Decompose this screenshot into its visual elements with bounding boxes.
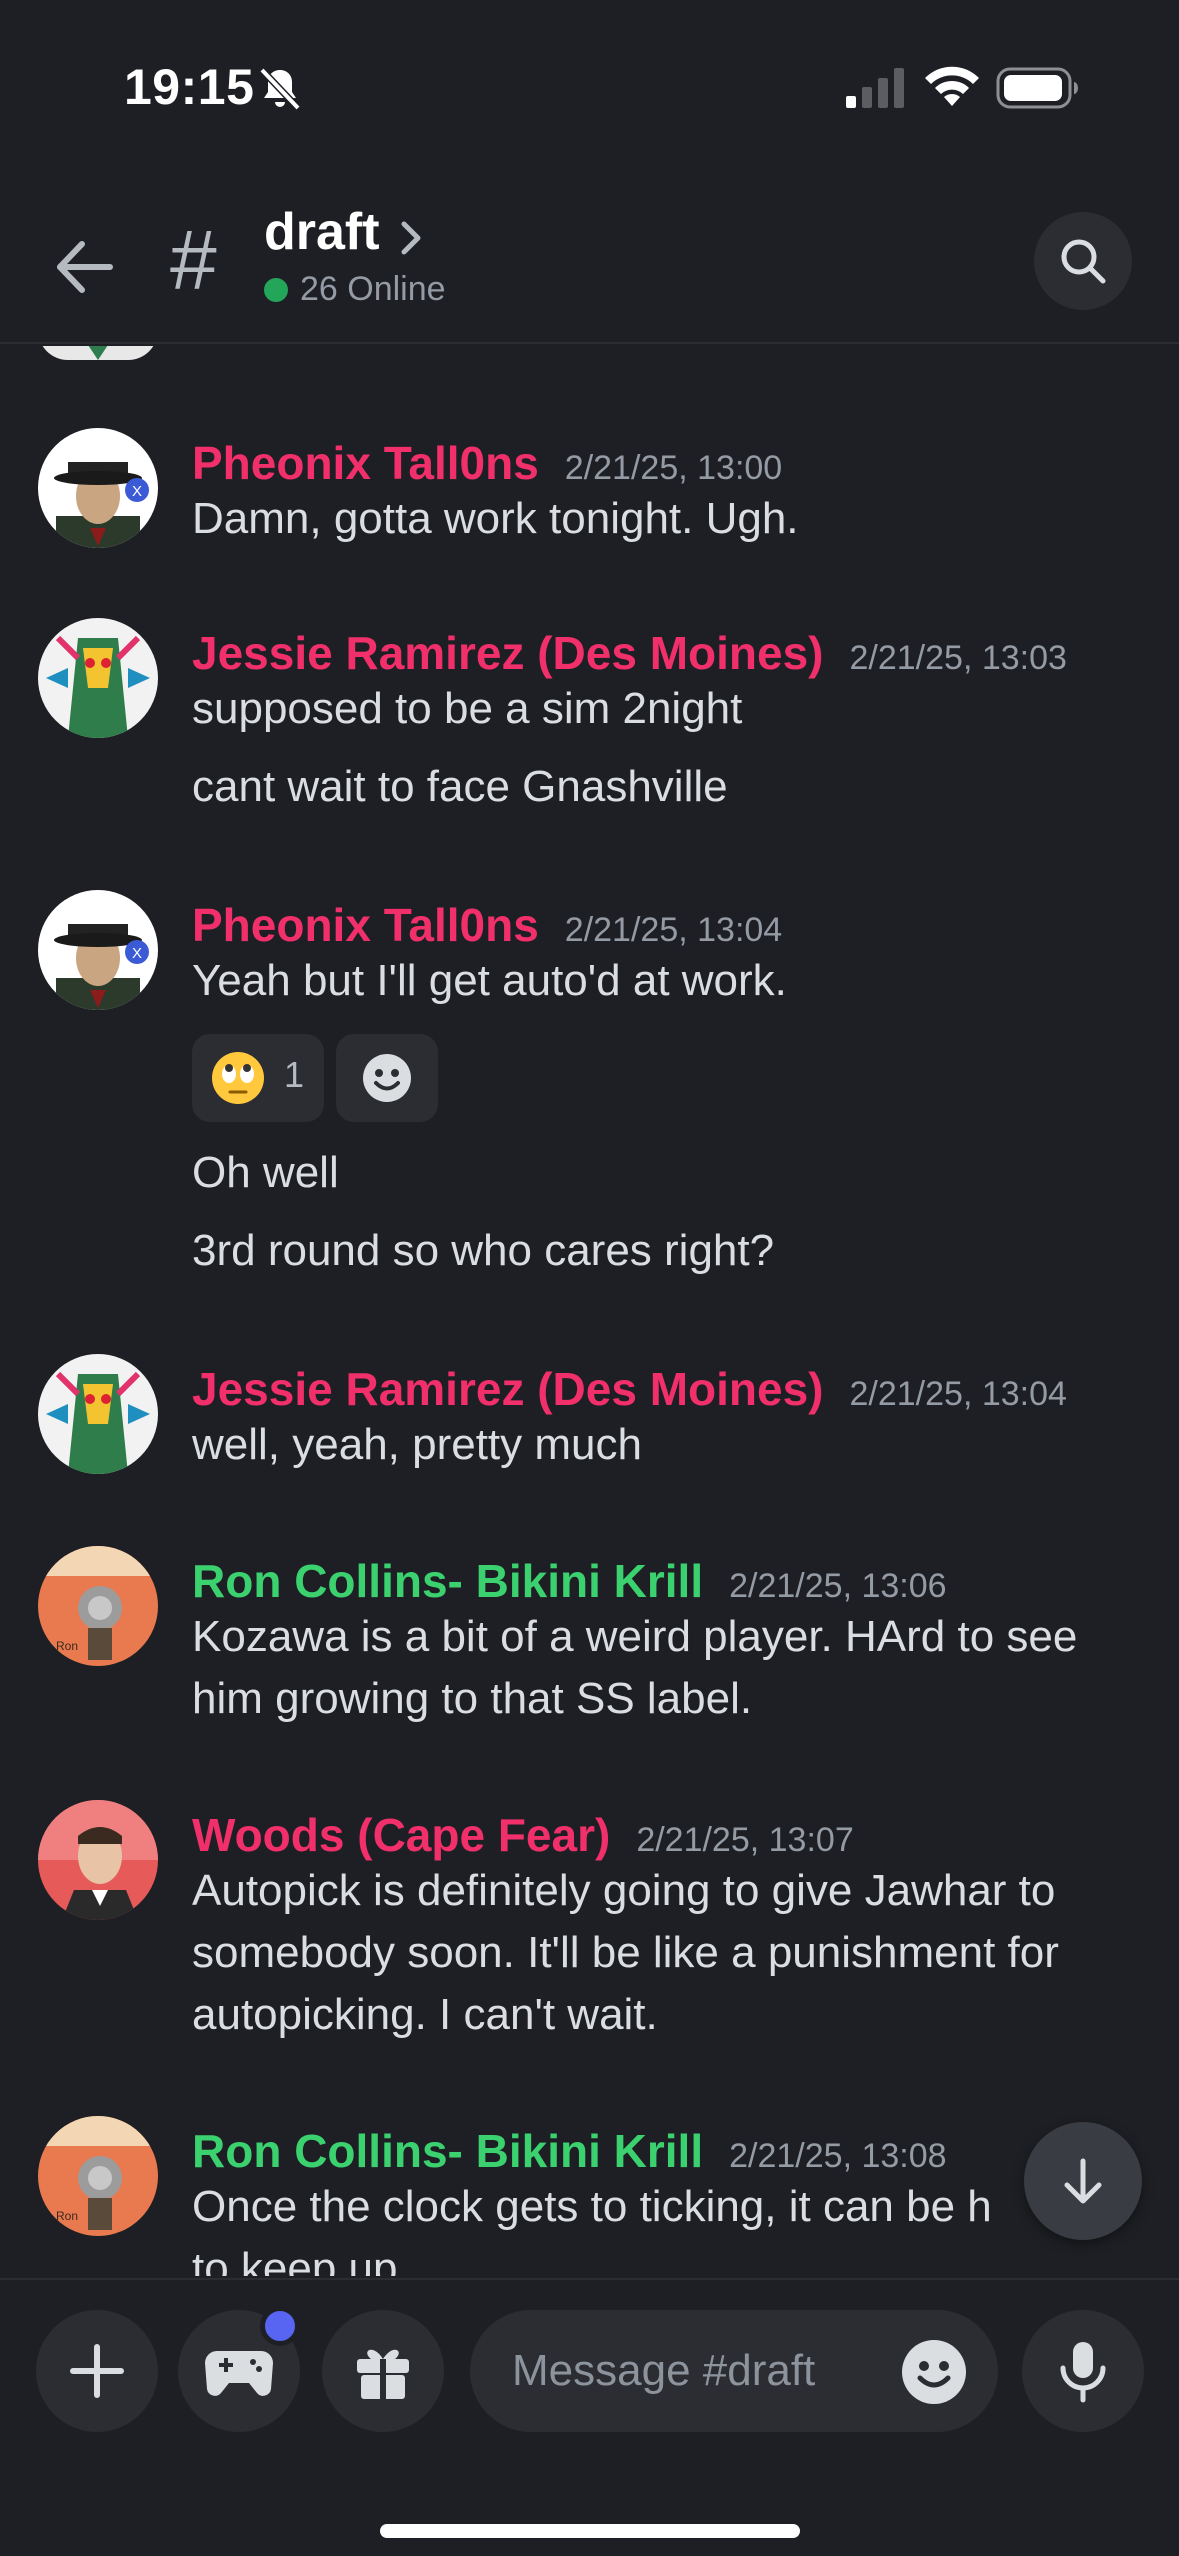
online-count: 26 Online [300, 270, 446, 308]
avatar[interactable] [38, 346, 158, 360]
add-attachment-button[interactable] [36, 2310, 158, 2432]
message-text: supposed to be a sim 2night [192, 684, 743, 733]
message-author[interactable]: Woods (Cape Fear) 2/21/25, 13:07 [192, 1808, 854, 1862]
message-timestamp: 2/21/25, 13:00 [564, 449, 783, 487]
message-placeholder: Message #draft [512, 2346, 816, 2395]
message-timestamp: 2/21/25, 13:07 [636, 1821, 854, 1859]
avatar[interactable]: X [38, 890, 158, 1010]
message-text: cant wait to face Gnashville [192, 762, 728, 811]
gamepad-icon [205, 2351, 273, 2396]
svg-text:Ron: Ron [56, 2209, 78, 2223]
bell-off-icon [259, 67, 301, 111]
message-text: Damn, gotta work tonight. Ugh. [192, 494, 799, 543]
message-author[interactable]: Pheonix Tall0ns 2/21/25, 13:04 [192, 898, 782, 952]
message-author[interactable]: Jessie Ramirez (Des Moines) 2/21/25, 13:0… [192, 1362, 1067, 1416]
message-input[interactable]: Message #draft [470, 2310, 998, 2432]
back-arrow-icon[interactable] [50, 232, 120, 302]
message-text: him growing to that SS label. [192, 1674, 753, 1723]
message-timestamp: 2/21/25, 13:08 [729, 2137, 947, 2175]
channel-header: # draft 26 Online [0, 170, 1179, 344]
microphone-icon [1060, 2342, 1106, 2403]
message-timestamp: 2/21/25, 13:03 [849, 639, 1067, 677]
plus-icon [70, 2344, 124, 2398]
message-timestamp: 2/21/25, 13:04 [849, 1375, 1067, 1413]
gift-icon [357, 2349, 409, 2399]
avatar[interactable] [38, 1800, 158, 1920]
message-author[interactable]: Pheonix Tall0ns 2/21/25, 13:00 [192, 436, 782, 490]
search-button[interactable] [1034, 212, 1132, 310]
message-timestamp: 2/21/25, 13:04 [564, 911, 783, 949]
face-with-rolling-eyes-icon [212, 1052, 264, 1104]
status-time: 19:15 [124, 59, 255, 115]
message-text: Once the clock gets to ticking, it can b… [192, 2182, 992, 2231]
message-composer: Message #draft [0, 2278, 1179, 2556]
message-list[interactable]: X Pheonix Tall0ns 2/21/25, 13:00 Damn, go… [0, 346, 1179, 2276]
online-status-dot [264, 278, 288, 302]
message-author[interactable]: Jessie Ramirez (Des Moines) 2/21/25, 13:0… [192, 626, 1067, 680]
message-author[interactable]: Ron Collins- Bikini Krill 2/21/25, 13:06 [192, 1554, 947, 1608]
search-icon [1061, 239, 1106, 284]
message-timestamp: 2/21/25, 13:06 [729, 1567, 947, 1605]
cellular-signal-icon [846, 68, 904, 108]
arrow-down-icon [1064, 2158, 1102, 2204]
avatar[interactable]: Ron [38, 2116, 158, 2236]
chevron-right-icon[interactable] [396, 218, 426, 258]
message-text: well, yeah, pretty much [192, 1420, 642, 1469]
smiley-icon[interactable] [900, 2338, 968, 2406]
svg-text:X: X [132, 945, 142, 962]
jump-to-bottom-button[interactable] [1024, 2122, 1142, 2240]
message-text: Autopick is definitely going to give Jaw… [192, 1866, 1056, 1915]
avatar[interactable] [38, 618, 158, 738]
avatar[interactable] [38, 1354, 158, 1474]
reaction-pill[interactable]: 1 [192, 1034, 324, 1122]
notification-dot [260, 2306, 300, 2346]
voice-message-button[interactable] [1022, 2310, 1144, 2432]
add-reaction-button[interactable] [336, 1034, 438, 1122]
message-text: to keep up [192, 2244, 398, 2276]
smiley-icon [363, 1054, 411, 1102]
channel-name[interactable]: draft [264, 202, 380, 262]
message-text: Yeah but I'll get auto'd at work. [192, 956, 787, 1005]
svg-text:X: X [132, 483, 142, 500]
message-text: autopicking. I can't wait. [192, 1990, 658, 2039]
svg-text:Ron: Ron [56, 1639, 78, 1653]
battery-icon [996, 67, 1078, 109]
message-text: Kozawa is a bit of a weird player. HArd … [192, 1612, 1078, 1661]
message-text: somebody soon. It'll be like a punishmen… [192, 1928, 1059, 1977]
avatar[interactable]: X [38, 428, 158, 548]
avatar[interactable]: Ron [38, 1546, 158, 1666]
wifi-icon [925, 66, 979, 106]
home-indicator [380, 2524, 800, 2538]
message-author[interactable]: Ron Collins- Bikini Krill 2/21/25, 13:08 [192, 2124, 947, 2178]
reaction-count: 1 [284, 1054, 305, 1095]
channel-hash-icon: # [170, 213, 217, 307]
status-bar: 19:15 [0, 0, 1179, 170]
message-text: 3rd round so who cares right? [192, 1226, 775, 1275]
gift-button[interactable] [322, 2310, 444, 2432]
message-text: Oh well [192, 1148, 339, 1197]
